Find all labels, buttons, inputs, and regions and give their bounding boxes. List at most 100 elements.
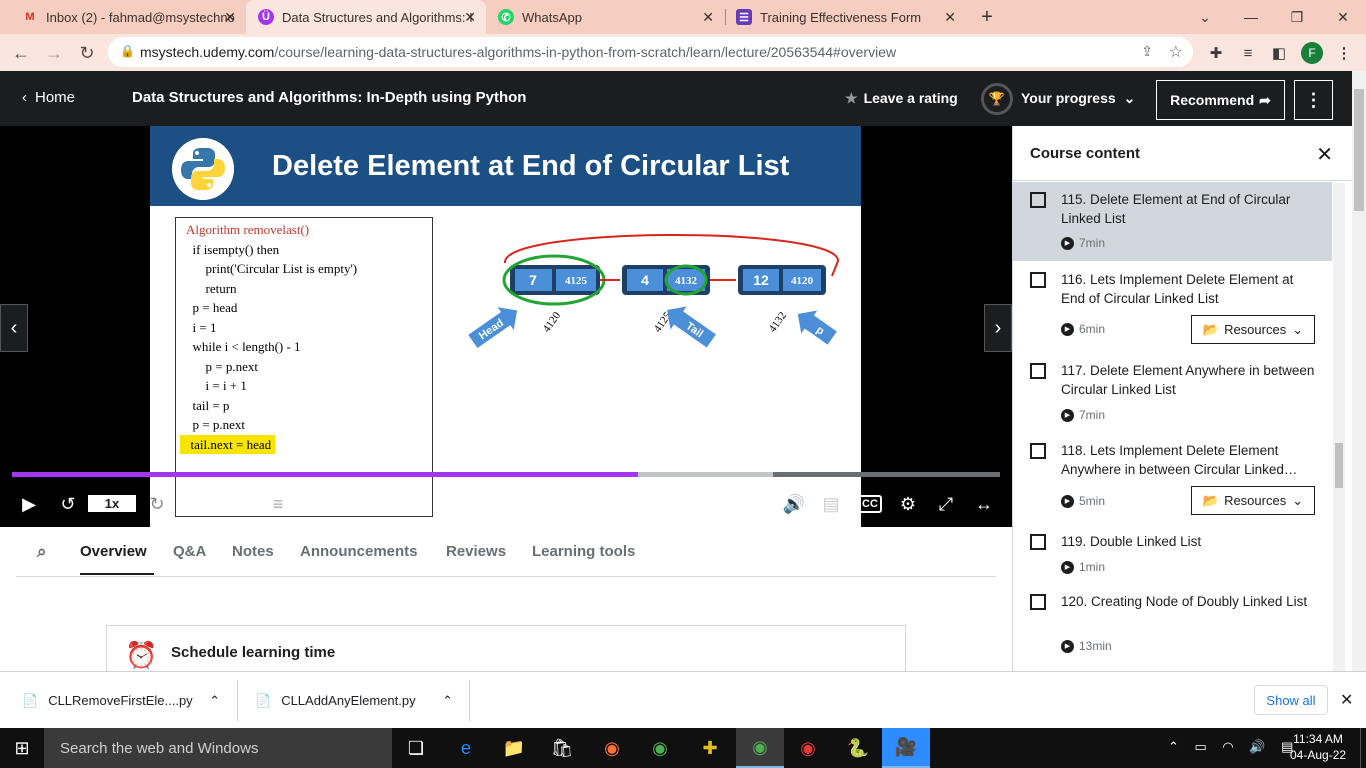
close-icon[interactable]: ✕ xyxy=(1340,690,1353,710)
firefox-icon[interactable]: ◉ xyxy=(588,728,636,768)
leave-rating-button[interactable]: ★ Leave a rating xyxy=(845,90,958,107)
video-player[interactable]: Delete Element at End of Circular List A… xyxy=(0,126,1012,527)
window-close-icon[interactable]: ✕ xyxy=(1320,0,1366,34)
next-lecture-button[interactable]: › xyxy=(984,304,1012,352)
restore-icon[interactable]: ❐ xyxy=(1274,0,1320,34)
media-control-icon[interactable]: ≡ xyxy=(1237,42,1259,64)
show-desktop-button[interactable] xyxy=(1360,728,1366,768)
lecture-item[interactable]: 120. Creating Node of Doubly Linked List… xyxy=(1013,584,1332,671)
store-icon[interactable]: 🛍 xyxy=(538,728,586,768)
chevron-up-icon[interactable]: ⌃ xyxy=(442,693,453,709)
your-progress-button[interactable]: Your progress ⌄ xyxy=(1021,90,1135,107)
tab-learning-tools[interactable]: Learning tools xyxy=(532,543,635,560)
url-field[interactable]: 🔒 msystech.udemy.com/course/learning-dat… xyxy=(108,37,1193,67)
taskbar-search[interactable]: Search the web and Windows xyxy=(44,728,392,768)
play-icon[interactable]: ▶ xyxy=(14,488,44,520)
tab-gmail[interactable]: M Inbox (2) - fahmad@msystechno ✕ xyxy=(8,0,246,34)
video-progress-bar[interactable] xyxy=(12,472,1000,477)
chrome-icon[interactable]: ◉ xyxy=(636,728,684,768)
reload-icon[interactable]: ↻ xyxy=(74,40,100,66)
previous-lecture-button[interactable]: ‹ xyxy=(0,304,28,352)
system-tray-icons[interactable]: ⌃ ▭ ◠ 🔊 ▤ xyxy=(1168,739,1299,755)
recommend-button[interactable]: Recommend ➦ xyxy=(1156,80,1285,120)
extensions-icon[interactable]: ✚ xyxy=(1205,42,1227,64)
chevron-up-icon[interactable]: ⌃ xyxy=(209,693,220,709)
close-icon[interactable]: ✕ xyxy=(464,9,476,26)
chevron-down-icon: ⌄ xyxy=(1292,492,1304,508)
minimize-icon[interactable]: — xyxy=(1228,0,1274,34)
windows-start-icon[interactable]: ⊞ xyxy=(0,728,44,768)
transcript-icon[interactable]: ▤ xyxy=(818,488,844,520)
bookmark-note-icon[interactable]: ≡ xyxy=(264,488,292,520)
tab-reviews[interactable]: Reviews xyxy=(446,543,506,560)
lecture-checkbox[interactable] xyxy=(1030,192,1046,208)
zoom-icon[interactable]: 🎥 xyxy=(882,728,930,768)
taskbar-clock[interactable]: 11:34 AM 04-Aug-22 xyxy=(1290,731,1346,763)
browser-menu-icon[interactable]: ⋮ xyxy=(1333,42,1355,64)
tab-udemy[interactable]: Ü Data Structures and Algorithms: I ✕ xyxy=(246,0,486,34)
tab-notes[interactable]: Notes xyxy=(232,543,274,560)
close-icon[interactable]: ✕ xyxy=(944,9,956,26)
download-item[interactable]: 📄 CLLRemoveFirstEle....py ⌃ xyxy=(22,672,232,729)
settings-gear-icon[interactable]: ⚙ xyxy=(894,488,922,520)
profile-avatar[interactable]: F xyxy=(1301,42,1323,64)
tab-forms[interactable]: ☰ Training Effectiveness Form ✕ xyxy=(726,0,966,34)
lecture-checkbox[interactable] xyxy=(1030,272,1046,288)
scroll-thumb[interactable] xyxy=(1335,443,1343,488)
tab-overview[interactable]: Overview xyxy=(80,543,147,560)
home-link[interactable]: ‹ Home xyxy=(22,89,75,106)
bookmark-star-icon[interactable]: ☆ xyxy=(1169,42,1183,62)
scroll-thumb[interactable] xyxy=(1354,89,1364,211)
lecture-item[interactable]: 116. Lets Implement Delete Element at En… xyxy=(1013,262,1332,352)
forward-icon[interactable]: → xyxy=(41,40,67,66)
rewind-icon[interactable]: ↺ xyxy=(54,488,82,520)
edge-icon[interactable]: e xyxy=(442,728,490,768)
tab-search-icon[interactable]: ⌄ xyxy=(1182,0,1228,34)
side-panel-icon[interactable]: ◧ xyxy=(1268,42,1290,64)
show-all-button[interactable]: Show all xyxy=(1254,685,1328,715)
search-icon[interactable]: ⌕ xyxy=(37,542,47,562)
more-options-button[interactable]: ⋮ xyxy=(1294,80,1333,120)
tab-qa[interactable]: Q&A xyxy=(173,543,206,560)
tab-whatsapp[interactable]: ✆ WhatsApp ✕ xyxy=(486,0,724,34)
chrome-profile-icon[interactable]: ◉ xyxy=(736,728,784,768)
download-item[interactable]: 📄 CLLAddAnyElement.py ⌃ xyxy=(255,672,465,729)
windows-taskbar: ⊞ Search the web and Windows ❏ e 📁 🛍 ◉ ◉… xyxy=(0,728,1366,768)
lecture-item[interactable]: 118. Lets Implement Delete Element Anywh… xyxy=(1013,433,1332,523)
circular-list-diagram: 7 4125 4 4132 12 4120 4120 4125 4132 Hea… xyxy=(468,234,840,349)
new-tab-icon[interactable]: + xyxy=(964,0,1010,34)
lecture-checkbox[interactable] xyxy=(1030,443,1046,459)
captions-icon[interactable]: CC xyxy=(856,488,884,520)
app-icon[interactable]: ✚ xyxy=(686,728,734,768)
lecture-item[interactable]: 117. Delete Element Anywhere in between … xyxy=(1013,353,1332,433)
playback-speed-button[interactable]: 1x xyxy=(88,495,136,512)
lecture-item[interactable]: 119. Double Linked List ▶ 1min xyxy=(1013,524,1332,584)
page-scrollbar[interactable] xyxy=(1352,71,1366,671)
close-icon[interactable]: ✕ xyxy=(702,9,714,26)
lecture-title: 118. Lets Implement Delete Element Anywh… xyxy=(1061,443,1298,477)
chrome-icon[interactable]: ◉ xyxy=(784,728,832,768)
close-icon[interactable]: ✕ xyxy=(1316,142,1333,167)
sidebar-scrollbar[interactable] xyxy=(1333,183,1345,671)
task-view-icon[interactable]: ❏ xyxy=(392,728,440,768)
resources-dropdown[interactable]: 📂 Resources ⌄ xyxy=(1191,486,1315,515)
volume-icon[interactable]: 🔊 xyxy=(780,488,808,520)
lecture-checkbox[interactable] xyxy=(1030,534,1046,550)
close-icon[interactable]: ✕ xyxy=(224,9,236,26)
lecture-checkbox[interactable] xyxy=(1030,363,1046,379)
expand-width-icon[interactable]: ↔ xyxy=(970,488,998,520)
fullscreen-icon[interactable]: ⤢ xyxy=(932,488,960,520)
python-app-icon[interactable]: 🐍 xyxy=(834,728,882,768)
algo-line: tail = p xyxy=(186,397,230,413)
duration-text: 1min xyxy=(1079,560,1106,574)
lecture-item[interactable]: 115. Delete Element at End of Circular L… xyxy=(1013,182,1332,261)
forward-icon[interactable]: ↻ xyxy=(144,488,170,520)
file-explorer-icon[interactable]: 📁 xyxy=(490,728,538,768)
tab-announcements[interactable]: Announcements xyxy=(300,543,418,560)
active-tab-indicator xyxy=(80,573,154,575)
course-title[interactable]: Data Structures and Algorithms: In-Depth… xyxy=(132,89,526,106)
back-icon[interactable]: ← xyxy=(8,40,34,66)
lecture-checkbox[interactable] xyxy=(1030,594,1046,610)
resources-dropdown[interactable]: 📂 Resources ⌄ xyxy=(1191,315,1315,344)
share-icon[interactable]: ⇪ xyxy=(1141,43,1153,60)
